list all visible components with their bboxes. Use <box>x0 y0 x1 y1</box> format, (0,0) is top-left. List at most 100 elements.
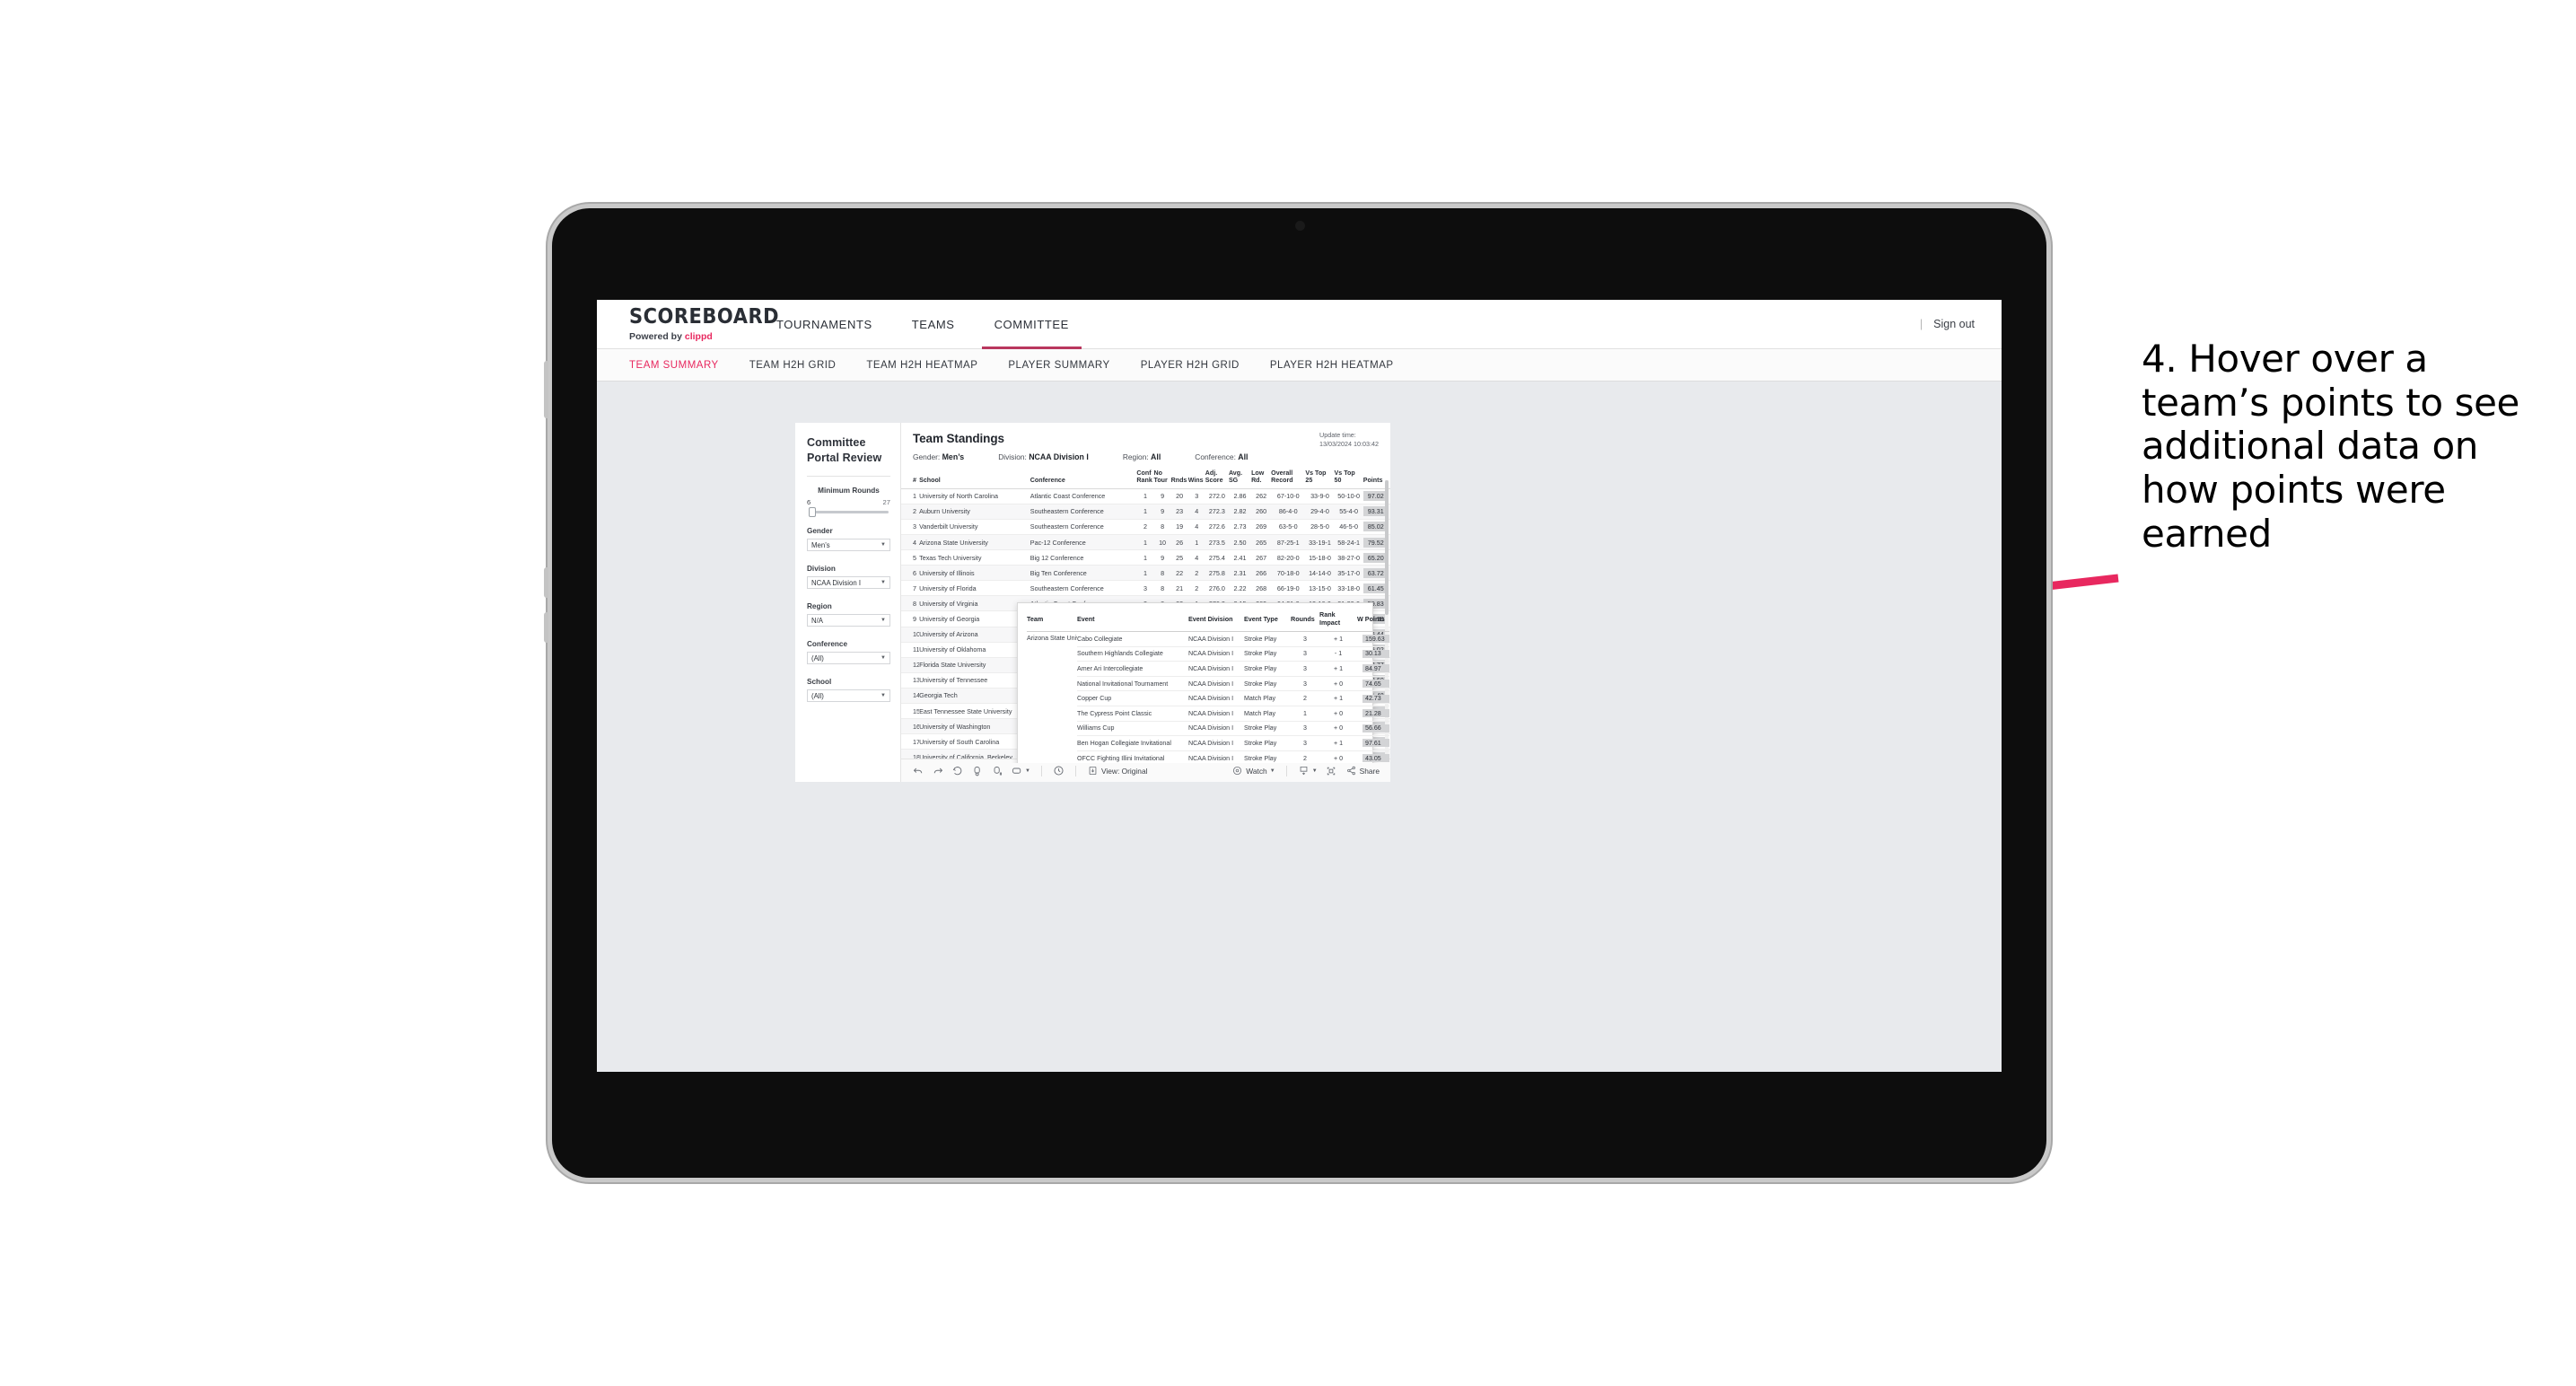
table-row[interactable]: 3 Vanderbilt University Southeastern Confe… <box>901 519 1390 536</box>
tab-player-h2h-grid[interactable]: PLAYER H2H GRID <box>1141 360 1240 371</box>
chevron-down-icon: ▼ <box>1025 768 1030 774</box>
table-row[interactable]: 4 Arizona State University Pac-12 Conferen… <box>901 534 1390 551</box>
tooltip-cell-w-points: 159.63 <box>1357 631 1389 647</box>
points-value[interactable]: 97.02 <box>1362 491 1387 502</box>
col-wins[interactable]: Wins <box>1187 469 1205 489</box>
tab-team-h2h-grid[interactable]: TEAM H2H GRID <box>749 360 837 371</box>
region-select[interactable]: N/A ▼ <box>807 614 890 627</box>
summary-conference-value: All <box>1238 452 1249 461</box>
table-row[interactable]: 6 University of Illinois Big Ten Conferenc… <box>901 565 1390 582</box>
pause-icon[interactable] <box>991 765 1003 776</box>
cell-low-rd: 269 <box>1251 519 1272 536</box>
tip-col-type: Event Type <box>1244 610 1291 632</box>
brand-logo[interactable]: SCOREBOARD Powered by clippd <box>597 305 779 342</box>
refresh-icon[interactable] <box>971 765 983 776</box>
col-conference[interactable]: Conference <box>1030 469 1137 489</box>
minimum-rounds-slider[interactable] <box>809 507 889 517</box>
tab-player-summary[interactable]: PLAYER SUMMARY <box>1008 360 1109 371</box>
tooltip-cell-rounds: 2 <box>1291 690 1319 706</box>
cell-rank: 1 <box>901 488 920 504</box>
volume-up-button[interactable] <box>544 567 548 598</box>
cell-school: University of South Carolina <box>919 733 1030 750</box>
tooltip-cell-event: National Invitational Tournament <box>1077 676 1188 692</box>
nav-item-teams[interactable]: TEAMS <box>892 300 975 348</box>
toolbar-divider <box>1040 765 1042 776</box>
conference-select[interactable]: (All) ▼ <box>807 652 890 664</box>
device-layout-button[interactable]: ▼ <box>1011 765 1030 776</box>
tab-team-summary[interactable]: TEAM SUMMARY <box>629 360 719 371</box>
table-row[interactable]: 1 University of North Carolina Atlantic Co… <box>901 488 1390 504</box>
cell-school: University of Illinois <box>919 565 1030 582</box>
power-button[interactable] <box>544 361 548 418</box>
tooltip-w-points-value: 42.73 <box>1362 694 1389 703</box>
cell-school: East Tennessee State University <box>919 703 1030 720</box>
cell-school: University of Washington <box>919 718 1030 735</box>
tooltip-cell-rank-impact: + 1 <box>1319 735 1357 751</box>
tooltip-row: Copper Cup NCAA Division I Match Play 2 + 1 4… <box>1027 690 1389 706</box>
watch-button[interactable]: Watch ▼ <box>1231 765 1275 776</box>
col-no-tour[interactable]: No Tour <box>1153 469 1171 489</box>
tooltip-cell-rounds: 3 <box>1291 676 1319 692</box>
col-overall-record[interactable]: Overall Record <box>1271 469 1306 489</box>
redo-icon[interactable] <box>932 765 943 776</box>
table-row[interactable]: 2 Auburn University Southeastern Conferenc… <box>901 504 1390 520</box>
cell-conf-rank: 3 <box>1136 580 1154 597</box>
col-avg-sg[interactable]: Avg. SG <box>1228 469 1252 489</box>
workbook-canvas: Committee Portal Review Minimum Rounds 6… <box>597 382 2002 1072</box>
school-select[interactable]: (All) ▼ <box>807 689 890 702</box>
cell-conf-rank: 1 <box>1136 488 1154 504</box>
points-value[interactable]: 65.20 <box>1362 552 1387 563</box>
chevron-down-icon: ▼ <box>881 655 886 661</box>
division-select[interactable]: NCAA Division I ▼ <box>807 576 890 589</box>
cell-adj-score: 272.0 <box>1205 488 1229 504</box>
col-rnds[interactable]: Rnds <box>1170 469 1188 489</box>
nav-item-committee[interactable]: COMMITTEE <box>975 300 1089 349</box>
cell-rank: 6 <box>901 565 920 582</box>
signout-link[interactable]: Sign out <box>1933 318 1975 330</box>
filter-summary: Gender: Men’s Division: NCAA Division I … <box>913 452 1379 461</box>
tab-team-h2h-heatmap[interactable]: TEAM H2H HEATMAP <box>866 360 977 371</box>
table-scrollbar-thumb[interactable] <box>1385 480 1389 615</box>
col-conf-rank[interactable]: Conf Rank <box>1136 469 1154 489</box>
col-vs-top-50[interactable]: Vs Top 50 <box>1334 469 1363 489</box>
tab-player-h2h-heatmap[interactable]: PLAYER H2H HEATMAP <box>1270 360 1394 371</box>
cell-no-tour: 8 <box>1153 580 1171 597</box>
col-school[interactable]: School <box>919 469 1030 489</box>
cell-low-rd: 268 <box>1251 580 1272 597</box>
undo-icon[interactable] <box>912 765 924 776</box>
col-vs-top-25[interactable]: Vs Top 25 <box>1305 469 1335 489</box>
minimum-rounds-max-value: 27 <box>882 498 890 506</box>
points-value[interactable]: 93.31 <box>1362 506 1387 517</box>
cell-conference: Southeastern Conference <box>1030 580 1137 597</box>
cell-rank: 12 <box>901 657 920 673</box>
volume-down-button[interactable] <box>544 612 548 643</box>
clock-icon[interactable] <box>1053 765 1065 776</box>
tooltip-cell-w-points: 30.13 <box>1357 646 1389 662</box>
gender-select[interactable]: Men’s ▼ <box>807 539 890 551</box>
minimum-rounds-slider-thumb[interactable] <box>809 507 816 517</box>
table-row[interactable]: 5 Texas Tech University Big 12 Conference 1… <box>901 549 1390 566</box>
share-button[interactable]: Share <box>1345 765 1380 776</box>
cell-wins: 2 <box>1187 565 1205 582</box>
revert-icon[interactable] <box>951 765 963 776</box>
table-row[interactable]: 7 University of Florida Southeastern Confe… <box>901 580 1390 597</box>
points-value[interactable]: 61.45 <box>1362 583 1387 593</box>
fullscreen-icon[interactable] <box>1326 765 1337 776</box>
tooltip-cell-rounds: 3 <box>1291 631 1319 647</box>
points-value[interactable]: 85.02 <box>1362 522 1387 532</box>
standings-header: Team Standings Update time: 13/03/2024 1… <box>901 431 1390 461</box>
conference-filter-label: Conference <box>807 640 848 648</box>
points-value[interactable]: 79.52 <box>1362 537 1387 548</box>
view-original-button[interactable]: View: Original <box>1087 765 1147 776</box>
cell-wins: 4 <box>1187 549 1205 566</box>
cell-no-tour: 10 <box>1153 534 1171 551</box>
col-adj-score[interactable]: Adj. Score <box>1205 469 1229 489</box>
cell-low-rd: 266 <box>1251 565 1272 582</box>
points-value[interactable]: 63.72 <box>1362 567 1387 578</box>
cell-rank: 11 <box>901 642 920 658</box>
col-low-rd[interactable]: Low Rd. <box>1251 469 1272 489</box>
nav-item-tournaments[interactable]: TOURNAMENTS <box>757 300 892 348</box>
tablet-device-frame: SCOREBOARD Powered by clippd TOURNAMENTS… <box>544 208 2046 1178</box>
col-rank[interactable]: # <box>901 469 920 489</box>
download-button[interactable]: ▼ <box>1298 765 1318 776</box>
